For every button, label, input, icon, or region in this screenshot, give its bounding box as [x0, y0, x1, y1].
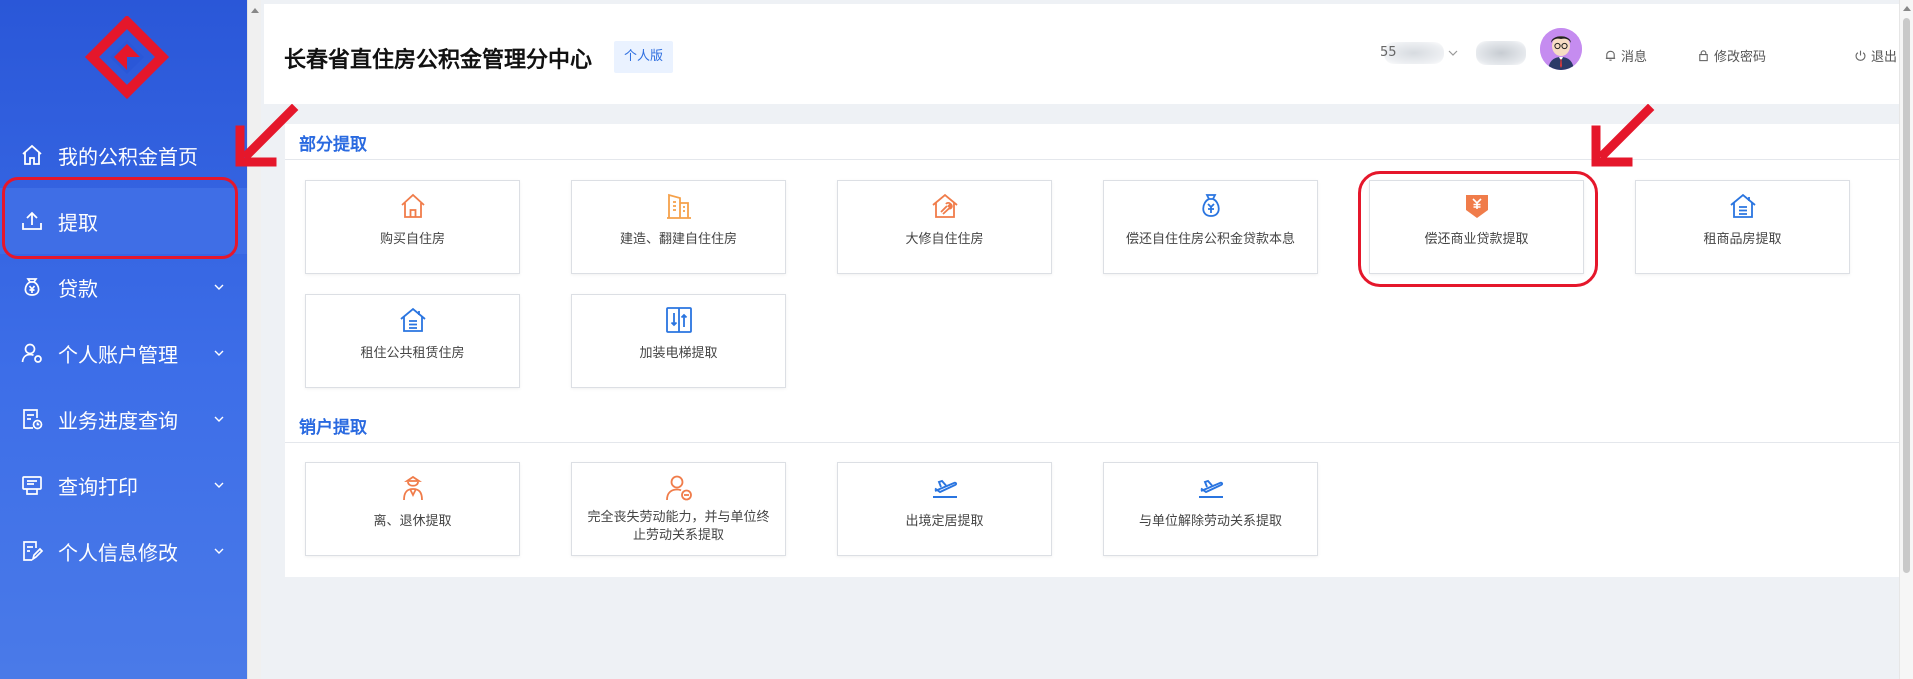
highlight-ring-withdraw	[2, 177, 238, 259]
user-name-blurred	[1476, 41, 1526, 65]
site-title: 长春省直住房公积金管理分中心	[284, 48, 593, 73]
house-list-icon	[1728, 191, 1758, 221]
chevron-down-icon	[214, 416, 224, 422]
card-buy-house[interactable]: 购买自住房	[305, 180, 520, 274]
messages-link[interactable]: 消息	[1604, 46, 1647, 65]
sidebar: 我的公积金首页 提取 贷款 个人账户管理 业务进度查询 查询打印 个人信息修改	[0, 0, 247, 679]
messages-label: 消息	[1621, 50, 1648, 65]
avatar[interactable]	[1540, 28, 1582, 70]
house-list-icon	[398, 305, 428, 335]
card-label: 偿还自住住房公积金贷款本息	[1125, 232, 1295, 247]
power-icon	[1855, 50, 1866, 61]
card-label: 离、退休提取	[373, 514, 452, 529]
logout-label: 退出	[1871, 50, 1898, 65]
sidebar-item-label: 我的公积金首页	[58, 144, 198, 169]
page-scrollbar[interactable]	[1899, 0, 1913, 679]
sidebar-item-loan[interactable]: 贷款	[0, 254, 247, 320]
user-minus-icon	[664, 473, 694, 503]
content-panel: 部分提取 购买自住房 建造、翻建自住住房 大修自住住房 偿还自住住房公积金贷款本…	[285, 124, 1899, 577]
change-password-label: 修改密码	[1714, 50, 1767, 65]
highlight-ring-commercial-loan	[1358, 171, 1598, 287]
user-settings-icon	[18, 339, 46, 367]
bell-icon	[1605, 50, 1616, 61]
plane-icon	[1196, 473, 1226, 503]
card-repay-hpf-loan[interactable]: 偿还自住住房公积金贷款本息	[1103, 180, 1318, 274]
elevator-icon	[664, 305, 694, 335]
sidebar-item-label: 贷款	[58, 276, 98, 301]
card-label: 与单位解除劳动关系提取	[1138, 514, 1282, 529]
red-arrow-icon	[235, 104, 299, 167]
sidebar-item-profile[interactable]: 个人信息修改	[0, 518, 247, 584]
card-rent-commercial-house[interactable]: 租商品房提取	[1635, 180, 1850, 274]
change-password-link[interactable]: 修改密码	[1697, 46, 1766, 65]
sidebar-item-label: 个人账户管理	[58, 342, 178, 367]
lock-icon	[1699, 50, 1708, 62]
section-divider	[285, 442, 1899, 443]
card-terminate-employment[interactable]: 与单位解除劳动关系提取	[1103, 462, 1318, 556]
card-label: 大修自住住房	[905, 232, 984, 247]
card-install-elevator[interactable]: 加装电梯提取	[571, 294, 786, 388]
user-account-blurred[interactable]: 55	[1380, 42, 1444, 64]
user-prefix: 55	[1380, 45, 1397, 60]
card-build-house[interactable]: 建造、翻建自住住房	[571, 180, 786, 274]
card-label: 租商品房提取	[1703, 232, 1782, 247]
chevron-down-icon	[214, 284, 224, 290]
sidebar-scrollbar[interactable]	[247, 0, 261, 679]
yen-bag-icon	[18, 273, 46, 301]
section-title-partial: 部分提取	[299, 135, 367, 155]
home-icon	[18, 141, 46, 169]
version-badge: 个人版	[614, 41, 674, 73]
section-title-closing: 销户提取	[299, 418, 367, 438]
red-arrow-icon	[1591, 104, 1655, 167]
sidebar-item-label: 业务进度查询	[58, 408, 178, 433]
chevron-down-icon	[214, 548, 224, 554]
sidebar-item-label: 查询打印	[58, 474, 138, 499]
card-repair-house[interactable]: 大修自住住房	[837, 180, 1052, 274]
sidebar-item-account[interactable]: 个人账户管理	[0, 320, 247, 386]
card-label: 完全丧失劳动能力，并与单位终止劳动关系提取	[587, 510, 770, 543]
scrollbar-thumb[interactable]	[1903, 18, 1910, 573]
card-retirement[interactable]: 离、退休提取	[305, 462, 520, 556]
house-icon	[398, 191, 428, 221]
retiree-icon	[398, 473, 428, 503]
edit-document-icon	[18, 537, 46, 565]
card-incapacity[interactable]: 完全丧失劳动能力，并与单位终止劳动关系提取	[571, 462, 786, 556]
card-emigrate[interactable]: 出境定居提取	[837, 462, 1052, 556]
building-icon	[664, 191, 694, 221]
logout-link[interactable]: 退出	[1854, 46, 1897, 65]
document-clock-icon	[18, 405, 46, 433]
card-label: 加装电梯提取	[639, 346, 718, 361]
top-header: 长春省直住房公积金管理分中心 个人版 55 消息 修改密码 退出	[264, 4, 1899, 104]
card-rent-public-housing[interactable]: 租住公共租赁住房	[305, 294, 520, 388]
sidebar-item-print[interactable]: 查询打印	[0, 452, 247, 518]
chevron-down-icon[interactable]	[1448, 48, 1458, 58]
card-label: 购买自住房	[379, 232, 445, 247]
sidebar-item-label: 个人信息修改	[58, 540, 178, 565]
scroll-up-icon[interactable]	[251, 8, 259, 13]
plane-icon	[930, 473, 960, 503]
sidebar-item-progress[interactable]: 业务进度查询	[0, 386, 247, 452]
printer-icon	[18, 471, 46, 499]
house-wrench-icon	[930, 191, 960, 221]
card-label: 出境定居提取	[905, 514, 984, 529]
money-bag-icon	[1196, 191, 1226, 221]
card-label: 租住公共租赁住房	[360, 346, 465, 361]
chevron-down-icon	[214, 350, 224, 356]
card-label: 建造、翻建自住住房	[619, 232, 737, 247]
logo-icon	[84, 16, 170, 100]
scroll-up-icon[interactable]	[1903, 6, 1911, 11]
chevron-down-icon	[214, 482, 224, 488]
